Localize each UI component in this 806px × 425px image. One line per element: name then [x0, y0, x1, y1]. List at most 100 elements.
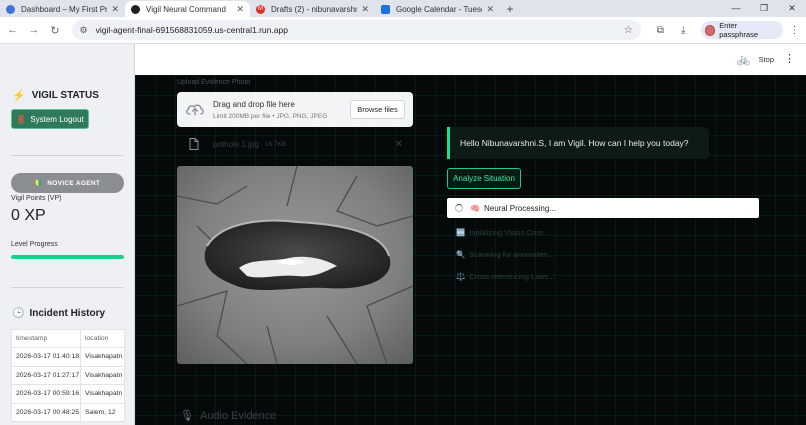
- table-row: 2026-03-17 00:59:16 Visakhapatn: [11, 384, 125, 404]
- file-icon: [189, 138, 199, 150]
- stop-label: Stop: [758, 55, 774, 64]
- file-name: pothole 1.jpg: [213, 139, 259, 149]
- tab-dashboard[interactable]: Dashboard – My First Project – ✕: [0, 1, 125, 17]
- timestamp-cell: 2026-03-17 00:59:16: [11, 384, 81, 404]
- new-icon: 🆕: [456, 228, 466, 237]
- magnifier-icon: 🔍: [456, 250, 466, 259]
- processing-step: 🔍 Scanning for anomalies...: [456, 250, 554, 259]
- rank-label: NOVICE AGENT: [47, 179, 101, 187]
- timestamp-cell: 2026-03-17 00:48:25: [11, 402, 81, 422]
- tab-title: Dashboard – My First Project –: [21, 4, 108, 14]
- address-bar: ← → ↻ ⚙ vigil-agent-final-691568831059.u…: [0, 17, 806, 44]
- audio-title: Audio Evidence: [199, 409, 277, 422]
- app-header: 🚲 Stop ⋮: [135, 44, 806, 75]
- browse-files-button[interactable]: Browse files: [350, 100, 405, 119]
- forward-icon[interactable]: →: [25, 24, 42, 36]
- close-tab-icon[interactable]: ✕: [486, 4, 494, 15]
- location-cell: Visakhapatn: [80, 365, 125, 385]
- table-header-row: timestamp location: [11, 329, 125, 348]
- assistant-message: Hello Nibunavarshni.S, I am Vigil. How c…: [447, 127, 709, 159]
- avatar: [704, 24, 716, 36]
- close-tab-icon[interactable]: ✕: [236, 4, 244, 15]
- vp-label: Vigil Points (VP): [11, 195, 62, 202]
- tab-vigil[interactable]: Vigil Neural Command ✕: [125, 1, 250, 17]
- gmail-favicon-icon: M: [256, 4, 265, 14]
- xp-value: 0 XP: [11, 207, 46, 224]
- evidence-photo: [177, 166, 413, 364]
- table-row: 2026-03-17 00:48:25 Salem, 12: [11, 402, 125, 422]
- calendar-favicon-icon: [381, 4, 390, 14]
- running-bicycle-icon: 🚲: [736, 54, 751, 66]
- tab-title: Drafts (2) - nibunavarshni@gm: [271, 4, 358, 14]
- clock-icon: 🕒: [12, 308, 25, 319]
- browser-menu-icon[interactable]: ⋮: [783, 25, 806, 36]
- minimize-icon[interactable]: —: [722, 0, 750, 17]
- door-icon: 🚪: [16, 114, 27, 124]
- uploaded-file-row: pothole 1.jpg 16.7KB ✕: [177, 133, 413, 155]
- location-cell: Visakhapatn: [80, 384, 125, 404]
- file-size: 16.7KB: [264, 140, 287, 148]
- sidebar: ⚡ VIGIL STATUS 🚪 System Logout 🔰 NOVICE …: [0, 44, 135, 425]
- main-menu-icon[interactable]: ⋮: [784, 52, 795, 65]
- incident-history-heading: 🕒 Incident History: [12, 308, 105, 319]
- medal-icon: 🔰: [34, 180, 44, 187]
- back-icon[interactable]: ←: [4, 24, 21, 36]
- table-row: 2026-03-17 01:40:18 Visakhapatn: [11, 347, 125, 367]
- cloud-upload-icon: [186, 104, 204, 116]
- close-tab-icon[interactable]: ✕: [361, 4, 369, 15]
- url-field[interactable]: ⚙ vigil-agent-final-691568831059.us-cent…: [71, 20, 641, 40]
- close-tab-icon[interactable]: ✕: [111, 4, 119, 15]
- level-progress-bar: [11, 255, 124, 259]
- vigil-favicon-icon: [131, 4, 140, 14]
- new-tab-icon[interactable]: +: [500, 1, 520, 17]
- remove-file-icon[interactable]: ✕: [395, 139, 403, 150]
- stop-button[interactable]: 🚲 Stop: [737, 53, 774, 66]
- divider: [11, 287, 123, 288]
- profile-label: Enter passphrase: [719, 21, 758, 39]
- level-progress-label: Level Progress: [11, 241, 58, 248]
- upload-section-label: Upload Evidence Photo: [177, 79, 251, 86]
- browser-tab-strip: Dashboard – My First Project – ✕ Vigil N…: [0, 0, 806, 17]
- audio-evidence-heading: 🎙 Audio Evidence: [180, 409, 277, 423]
- pothole-image: [177, 166, 413, 364]
- url-text: vigil-agent-final-691568831059.us-centra…: [95, 25, 288, 35]
- level-progress-fill: [11, 255, 124, 259]
- close-window-icon[interactable]: ✕: [778, 0, 806, 17]
- file-dropzone[interactable]: Drag and drop file here Limit 200MB per …: [177, 92, 413, 127]
- scales-icon: ⚖️: [456, 272, 466, 281]
- maximize-icon[interactable]: ❐: [750, 0, 778, 17]
- dropzone-hint: Limit 200MB per file • JPG, PNG, JPEG: [213, 113, 328, 120]
- processing-step: 🆕 Initializing Vision Core...: [456, 228, 549, 237]
- column-header-timestamp[interactable]: timestamp: [11, 329, 81, 348]
- dropzone-title: Drag and drop file here: [213, 100, 295, 109]
- downloads-icon[interactable]: ⤓: [672, 25, 695, 36]
- processing-status-bar: 🧠 Neural Processing...: [447, 198, 759, 218]
- gcp-favicon-icon: [6, 4, 15, 14]
- tab-title: Google Calendar - Tuesday, Ma: [396, 4, 482, 14]
- tab-title: Vigil Neural Command: [146, 4, 226, 14]
- main-content: Upload Evidence Photo Drag and drop file…: [135, 75, 806, 425]
- timestamp-cell: 2026-03-17 01:40:18: [11, 347, 81, 367]
- lightning-icon: ⚡: [12, 90, 26, 102]
- window-controls: — ❐ ✕: [722, 0, 806, 17]
- logout-label: System Logout: [30, 114, 84, 124]
- site-info-icon[interactable]: ⚙: [80, 25, 88, 36]
- profile-button[interactable]: Enter passphrase: [700, 21, 784, 39]
- analyze-situation-button[interactable]: Analyze Situation: [447, 168, 521, 189]
- step-text: Scanning for anomalies...: [469, 250, 554, 259]
- tab-calendar[interactable]: Google Calendar - Tuesday, Ma ✕: [375, 1, 500, 17]
- extensions-icon[interactable]: ⧉: [649, 25, 672, 36]
- table-row: 2026-03-17 01:27:17 Visakhapatn: [11, 365, 125, 385]
- brain-icon: 🧠: [470, 203, 480, 213]
- step-text: Initializing Vision Core...: [469, 228, 550, 237]
- system-logout-button[interactable]: 🚪 System Logout: [11, 109, 89, 129]
- spinner-icon: [455, 204, 463, 212]
- vigil-status-heading: ⚡ VIGIL STATUS: [12, 89, 99, 102]
- location-cell: Visakhapatn: [80, 347, 125, 367]
- tab-gmail[interactable]: M Drafts (2) - nibunavarshni@gm ✕: [250, 1, 375, 17]
- divider: [11, 155, 123, 156]
- reload-icon[interactable]: ↻: [46, 24, 63, 37]
- location-cell: Salem, 12: [80, 402, 125, 422]
- column-header-location[interactable]: location: [80, 329, 125, 348]
- bookmark-star-icon[interactable]: ☆: [624, 25, 633, 36]
